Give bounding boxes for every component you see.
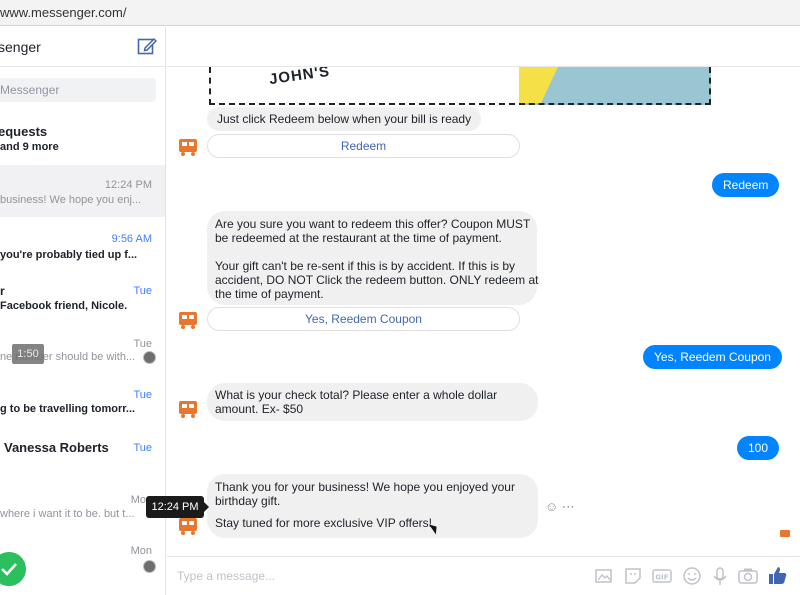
url-text[interactable]: www.messenger.com/: [0, 5, 126, 20]
avatar: [143, 560, 156, 573]
conversation-snippet: business! We hope you enj...: [0, 194, 142, 206]
time-badge: 1:50: [12, 344, 44, 364]
message-bubble[interactable]: Are you sure you want to redeem this off…: [207, 211, 539, 305]
conversation-sidebar: senger Messenger equests and 9 more 12:2…: [0, 27, 166, 595]
bot-avatar-icon[interactable]: [177, 397, 199, 419]
message-requests-title[interactable]: equests: [0, 124, 47, 139]
conversation-time: Mo: [130, 494, 146, 506]
image-icon[interactable]: [593, 565, 615, 587]
conversation-time: Tue: [133, 389, 152, 401]
conversation-snippet: where i want it to be. but t...: [0, 508, 135, 520]
gif-icon[interactable]: GIF: [651, 565, 673, 587]
sticker-icon[interactable]: [622, 565, 644, 587]
seen-indicator-icon: [780, 530, 790, 537]
sidebar-header: senger: [0, 27, 165, 67]
search-input[interactable]: Messenger: [0, 78, 156, 102]
coupon-graphic: [519, 67, 560, 103]
like-thumb-icon[interactable]: [767, 565, 789, 587]
message-requests-count[interactable]: and 9 more: [0, 141, 59, 153]
conversation-snippet: Facebook friend, Nicole.: [0, 300, 128, 312]
bot-avatar-icon[interactable]: [177, 135, 199, 157]
message-bubble[interactable]: Just click Redeem below when your bill i…: [207, 107, 482, 131]
conversation-time: 12:24 PM: [104, 179, 152, 191]
message-actions: ☺ ⋯: [545, 499, 575, 515]
conversation-snippet: g to be travelling tomorr...: [0, 403, 136, 415]
emoji-icon[interactable]: [681, 565, 703, 587]
message-text: the time of payment.: [215, 287, 324, 301]
sent-message[interactable]: Redeem: [712, 173, 780, 197]
conversation-item[interactable]: Tue Vanessa Roberts: [0, 437, 165, 489]
conversation-item[interactable]: Tue g to be travelling tomorr...: [0, 385, 165, 437]
coupon-image-right: [519, 67, 711, 105]
bot-avatar-icon[interactable]: [177, 308, 199, 330]
message-input-placeholder: Type a message...: [177, 569, 276, 583]
emoji-react-icon[interactable]: ☺: [545, 499, 558, 514]
conversation-time: Tue: [133, 338, 152, 350]
conversation-item[interactable]: 9:56 AM you're probably tied up f...: [0, 223, 165, 275]
coupon-image[interactable]: JOHN'S: [209, 67, 525, 105]
conversation-snippet: you're probably tied up f...: [0, 249, 138, 261]
conversation-time: Tue: [133, 442, 152, 454]
message-text: Thank you for your business! We hope you…: [215, 480, 515, 494]
message-bubble[interactable]: What is your check total? Please enter a…: [207, 383, 538, 421]
chat-panel: JOHN'S Just click Redeem below when your…: [167, 27, 800, 595]
conversation-item[interactable]: 12:24 PM business! We hope you enj...: [0, 165, 165, 217]
message-text: What is your check total? Please enter a…: [215, 388, 498, 402]
message-text: Just click Redeem below when your bill i…: [217, 112, 472, 126]
more-options-icon[interactable]: ⋯: [562, 499, 575, 514]
message-text: Are you sure you want to redeem this off…: [215, 217, 531, 231]
conversation-time: Mon: [130, 545, 152, 557]
conversation-name: Vanessa Roberts: [4, 440, 109, 455]
message-text: accident, DO NOT Click the redeem button…: [215, 273, 539, 287]
message-text: be redeemed at the restaurant at the tim…: [215, 231, 502, 245]
conversation-time: 9:56 AM: [111, 233, 152, 245]
browser-address-bar[interactable]: www.messenger.com/: [0, 0, 800, 26]
timestamp-tooltip: 12:24 PM: [146, 496, 209, 518]
coupon-logo: JOHN'S: [268, 67, 332, 89]
sent-message[interactable]: Yes, Reedem Coupon: [643, 345, 782, 369]
yes-redeem-coupon-button[interactable]: Yes, Reedem Coupon: [207, 307, 520, 331]
redeem-button[interactable]: Redeem: [207, 134, 520, 158]
conversation-time: Tue: [133, 285, 152, 297]
conversation-item[interactable]: Mo where i want it to be. but t...: [0, 489, 165, 541]
microphone-icon[interactable]: [709, 565, 731, 587]
svg-text:GIF: GIF: [655, 574, 668, 582]
avatar: [143, 351, 156, 364]
sent-message[interactable]: 100: [737, 436, 780, 460]
message-bubble[interactable]: Thank you for your business! We hope you…: [207, 474, 538, 538]
message-composer[interactable]: Type a message... GIF: [167, 556, 800, 595]
message-text: birthday gift.: [215, 494, 281, 508]
conversation-name: r: [0, 284, 5, 298]
message-text: Your gift can't be re-sent if this is by…: [215, 259, 515, 273]
chat-header: [167, 27, 800, 67]
search-placeholder: Messenger: [0, 83, 60, 97]
camera-icon[interactable]: [737, 565, 759, 587]
conversation-item[interactable]: Tue r Facebook friend, Nicole.: [0, 277, 165, 329]
compose-icon[interactable]: [137, 36, 157, 56]
message-text: Stay tuned for more exclusive VIP offers…: [215, 516, 432, 530]
sidebar-title: senger: [0, 39, 41, 55]
message-text: amount. Ex- $50: [215, 402, 304, 416]
